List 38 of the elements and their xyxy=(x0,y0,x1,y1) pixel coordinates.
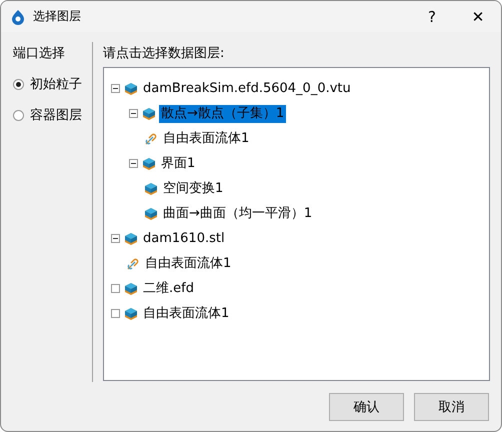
tree-item[interactable]: 自由表面流体1 xyxy=(141,304,232,322)
layer-icon xyxy=(142,106,156,120)
expand-toggle[interactable] xyxy=(129,159,138,168)
expand-toggle[interactable] xyxy=(111,234,120,243)
tree-item[interactable]: damBreakSim.efd.5604_0_0.vtu xyxy=(141,80,353,98)
tree-item[interactable]: 曲面→曲面（均一平滑）1 xyxy=(161,204,314,222)
tree-item[interactable]: 二维.efd xyxy=(141,280,196,298)
layer-icon xyxy=(144,206,158,220)
layer-icon xyxy=(124,232,138,246)
link-icon xyxy=(126,256,140,270)
tree-item[interactable]: 自由表面流体1 xyxy=(161,130,252,148)
app-logo-icon xyxy=(11,8,25,24)
layer-icon xyxy=(124,306,138,320)
tree-item[interactable]: dam1610.stl xyxy=(141,230,227,248)
layer-icon xyxy=(142,156,156,170)
help-button[interactable]: ? xyxy=(409,1,455,32)
cancel-button[interactable]: 取消 xyxy=(414,392,489,420)
layer-icon xyxy=(124,82,138,96)
confirm-button[interactable]: 确认 xyxy=(329,392,404,420)
expand-toggle[interactable] xyxy=(111,84,120,93)
radio-button[interactable] xyxy=(13,78,24,90)
expand-toggle[interactable] xyxy=(111,284,120,293)
close-button[interactable]: ✕ xyxy=(455,1,501,32)
tree-item[interactable]: 散点→散点（子集）1 xyxy=(159,104,286,122)
radio-label[interactable]: 初始粒子 xyxy=(30,75,82,93)
tree-item[interactable]: 空间变换1 xyxy=(161,180,226,198)
link-icon xyxy=(144,132,158,146)
layer-icon xyxy=(144,182,158,196)
panel-title: 端口选择 xyxy=(13,45,66,62)
radio-button[interactable] xyxy=(13,110,24,120)
tree-item[interactable]: 界面1 xyxy=(159,154,198,172)
expand-toggle[interactable] xyxy=(129,109,138,118)
radio-label[interactable]: 容器图层 xyxy=(30,106,82,124)
prompt-text: 请点击选择数据图层: xyxy=(103,45,226,62)
tree-item[interactable]: 自由表面流体1 xyxy=(143,254,234,272)
window-title: 选择图层 xyxy=(33,8,82,25)
expand-toggle[interactable] xyxy=(111,309,120,318)
layer-icon xyxy=(124,282,138,296)
